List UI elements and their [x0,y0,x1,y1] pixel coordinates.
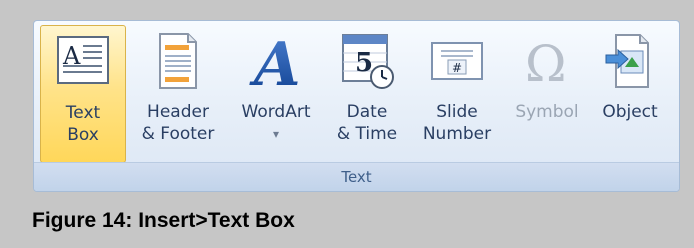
group-label-bar: Text [34,162,679,191]
object-icon [605,34,649,88]
svg-text:5: 5 [355,48,373,78]
header-footer-label: Header & Footer [141,102,215,144]
text-box-icon: A [57,36,109,84]
slide-number-label: Slide Number [422,102,492,144]
svg-text:#: # [452,61,462,75]
wordart-label: WordArt ▾ [230,101,322,145]
object-label: Object [602,102,658,122]
calendar-clock-icon: 5 [342,34,394,89]
symbol-label: Symbol [515,102,579,122]
text-box-button[interactable]: A Text Box [40,25,126,163]
header-footer-button[interactable]: Header & Footer [130,25,226,163]
ribbon-text-group: A Text Box Header & Footer A WordArt ▾ 5… [33,20,680,192]
svg-text:Ω: Ω [525,35,566,91]
omega-icon: Ω [525,35,566,91]
header-footer-icon [159,33,197,89]
text-box-label: Text Box [65,103,101,145]
slide-number-button[interactable]: # Slide Number [412,25,502,163]
figure-caption: Figure 14: Insert>Text Box [32,209,295,232]
wordart-icon: A [249,31,301,91]
date-time-label: Date & Time [336,102,398,144]
wordart-button[interactable]: A WordArt ▾ [230,25,322,163]
group-label: Text [341,168,372,186]
slide-number-icon: # [431,42,483,80]
symbol-button[interactable]: Ω Symbol [506,25,588,163]
svg-text:A: A [249,31,301,91]
chevron-down-icon: ▾ [272,127,280,141]
date-time-button[interactable]: 5 Date & Time [326,25,408,163]
object-button[interactable]: Object [590,25,670,163]
